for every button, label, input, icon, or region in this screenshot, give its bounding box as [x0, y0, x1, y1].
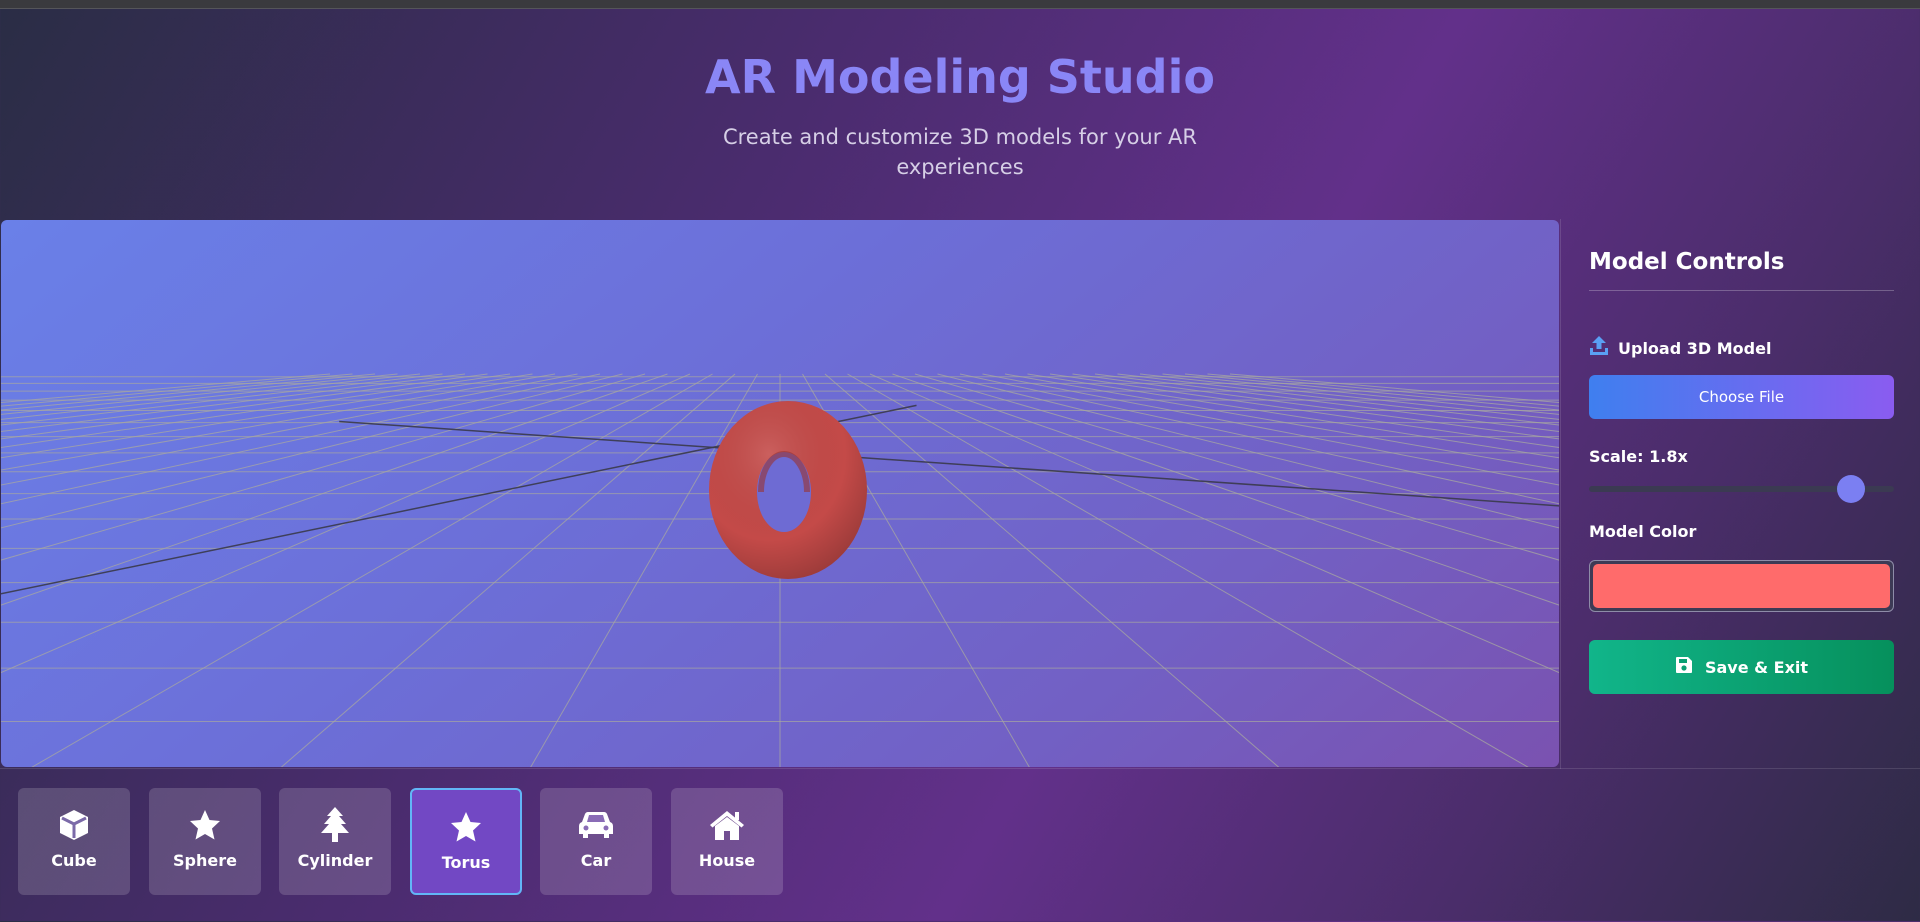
scene-canvas[interactable] [1, 220, 1559, 767]
grid-line [1, 373, 376, 411]
shape-button-cube[interactable]: Cube [18, 788, 130, 895]
grid-line [280, 373, 736, 767]
tree-icon [317, 807, 353, 843]
shape-label: Sphere [173, 851, 237, 870]
grid-line [914, 373, 1559, 561]
grid-line [1, 373, 466, 432]
grid-line [1, 373, 533, 459]
grid-line [1139, 373, 1559, 420]
shape-toolbar: Cube Sphere Cylinder Torus Car House [0, 768, 1920, 922]
shape-label: Torus [441, 853, 491, 872]
grid-line [824, 373, 1280, 767]
grid-line [1049, 373, 1559, 449]
grid-line [1004, 373, 1559, 471]
shape-button-cylinder[interactable]: Cylinder [279, 788, 391, 895]
grid-line [982, 373, 1559, 486]
grid-line [847, 373, 1529, 767]
shape-label: Cube [51, 851, 97, 870]
save-exit-button[interactable]: Save & Exit [1589, 640, 1894, 694]
grid-line [1072, 373, 1559, 440]
scale-label: Scale: 1.8x [1589, 447, 1688, 466]
grid-line [1, 373, 421, 420]
grid-line [1, 373, 556, 471]
shape-button-house[interactable]: House [671, 788, 783, 895]
shape-button-torus[interactable]: Torus [410, 788, 522, 895]
car-icon [578, 807, 614, 843]
grid-line [1, 373, 646, 561]
3d-viewport[interactable] [1, 220, 1559, 767]
shape-button-car[interactable]: Car [540, 788, 652, 895]
grid-line [959, 373, 1559, 505]
axis-line [339, 420, 1559, 507]
cube-icon [56, 807, 92, 843]
choose-file-button[interactable]: Choose File [1589, 375, 1894, 419]
upload-section: Upload 3D Model [1589, 336, 1771, 360]
grid-line [1, 373, 443, 426]
grid-line [1, 373, 331, 404]
shape-label: Car [580, 851, 612, 870]
grid-line [1, 373, 398, 415]
torus-model[interactable] [709, 401, 867, 579]
grid-line [1162, 373, 1559, 415]
model-color-picker[interactable] [1589, 560, 1894, 612]
color-swatch[interactable] [1593, 564, 1890, 608]
scale-slider-thumb[interactable] [1837, 475, 1866, 503]
grid-line [1, 373, 578, 486]
model-controls-panel: Model Controls Upload 3D Model Choose Fi… [1560, 219, 1920, 769]
grid-line [1094, 373, 1559, 432]
grid-line [1, 373, 353, 407]
grid-line [937, 373, 1559, 529]
save-exit-label: Save & Exit [1704, 657, 1809, 677]
app-header: AR Modeling Studio Create and customize … [0, 8, 1920, 219]
shape-button-sphere[interactable]: Sphere [149, 788, 261, 895]
grid-line [1, 373, 623, 529]
star-icon [187, 807, 223, 843]
grid-line [1184, 373, 1559, 411]
page-title: AR Modeling Studio [705, 50, 1215, 104]
shape-label: House [698, 851, 756, 870]
shape-label: Cylinder [297, 851, 373, 870]
page-subtitle: Create and customize 3D models for your … [722, 125, 1198, 179]
controls-divider [1589, 290, 1894, 291]
grid-line [31, 373, 713, 767]
grid-line [1027, 373, 1559, 459]
upload-label: Upload 3D Model [1618, 338, 1772, 358]
star-icon [448, 809, 484, 845]
upload-icon [1589, 335, 1609, 361]
floppy-disk-icon [1675, 656, 1693, 678]
controls-title: Model Controls [1589, 249, 1785, 275]
model-color-label: Model Color [1589, 522, 1697, 541]
grid-line [1, 373, 511, 449]
grid-line [1229, 373, 1559, 404]
grid-line [1117, 373, 1559, 426]
grid-line [1, 373, 488, 440]
grid-line [1207, 373, 1559, 407]
house-icon [709, 807, 745, 843]
